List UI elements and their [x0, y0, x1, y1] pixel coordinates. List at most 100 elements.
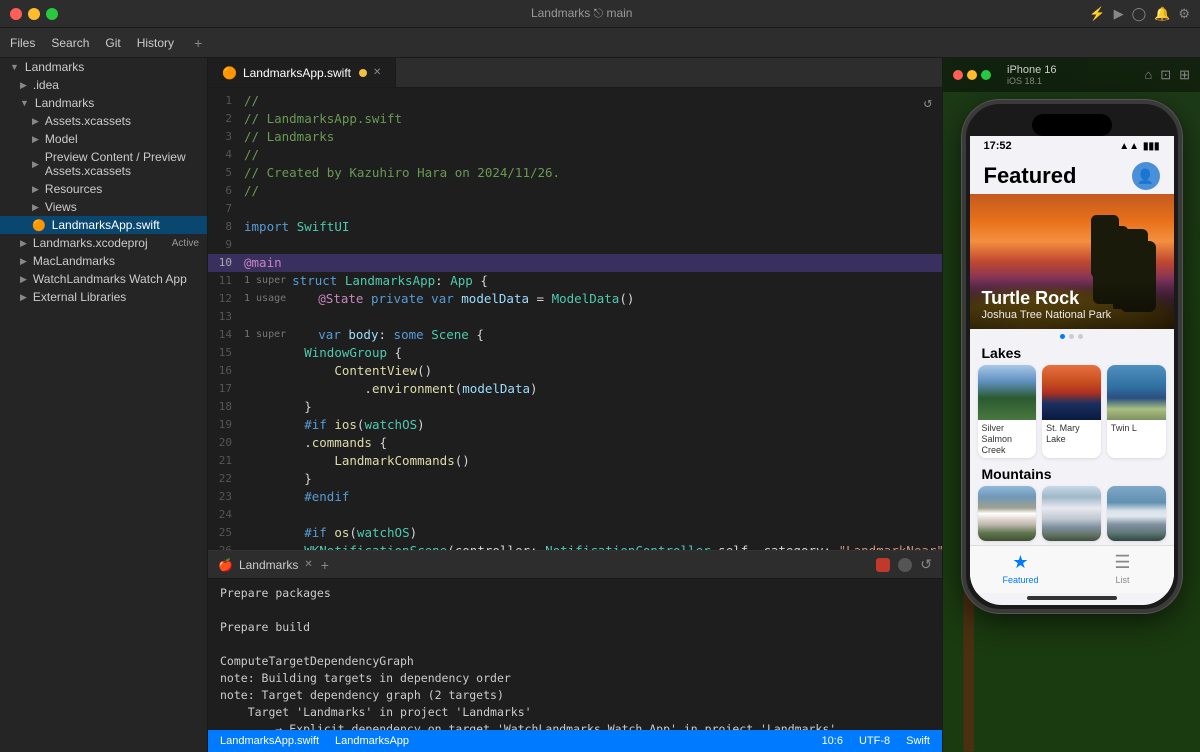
sidebar-item-resources[interactable]: ▶ Resources — [0, 180, 207, 198]
landmark-card-mtn3[interactable] — [1107, 486, 1166, 541]
window-title: Landmarks ⎋ main — [74, 6, 1089, 21]
arrow-icon: ▶ — [20, 238, 27, 249]
mountain1-image — [978, 486, 1037, 541]
mountains-row — [970, 486, 1174, 545]
sidebar-item-idea[interactable]: ▶ .idea — [0, 76, 207, 94]
arrow-icon: ▶ — [32, 159, 39, 170]
add-console-tab-button[interactable]: + — [321, 557, 329, 573]
sidebar-item-model[interactable]: ▶ Model — [0, 130, 207, 148]
code-line: 19 #if ios(watchOS) — [208, 416, 942, 434]
sidebar-item-mac[interactable]: ▶ MacLandmarks — [0, 252, 207, 270]
sidebar-root-label: Landmarks — [25, 60, 84, 74]
code-line-highlighted: 10 @main — [208, 254, 942, 272]
sidebar-item-label: LandmarksApp.swift — [52, 218, 160, 232]
tab-files[interactable]: Files — [10, 36, 35, 50]
stop-button[interactable] — [876, 558, 890, 572]
sidebar-item-watchapp[interactable]: ▶ WatchLandmarks Watch App — [0, 270, 207, 288]
sidebar-root-item[interactable]: ▼ Landmarks — [0, 58, 207, 76]
lightning-icon[interactable]: ⚡ — [1089, 6, 1105, 22]
landmark-card-silver[interactable]: Silver Salmon Creek — [978, 365, 1037, 458]
sidebar-item-external-libs[interactable]: ▶ External Libraries — [0, 288, 207, 306]
sidebar-item-landmarksapp[interactable]: 🟠 LandmarksApp.swift — [0, 216, 207, 234]
tab-close-button[interactable]: ✕ — [373, 67, 381, 78]
code-line: 8 import SwiftUI — [208, 218, 942, 236]
code-line: 16 ContentView() — [208, 362, 942, 380]
sidebar-item-landmarks[interactable]: ▼ Landmarks — [0, 94, 207, 112]
tab-history[interactable]: History — [137, 36, 174, 50]
console-tab-close[interactable]: ✕ — [304, 559, 312, 570]
user-avatar[interactable]: 👤 — [1132, 162, 1160, 190]
dot-3[interactable] — [1078, 334, 1083, 339]
close-button[interactable] — [10, 8, 22, 20]
sim-close[interactable] — [953, 70, 963, 80]
editor-tab-landmarksapp[interactable]: 🟠 LandmarksApp.swift ✕ — [208, 58, 396, 87]
nav-tabs: Files Search Git History + — [0, 28, 1200, 58]
sim-maximize[interactable] — [981, 70, 991, 80]
sim-minimize[interactable] — [967, 70, 977, 80]
code-line: 17 .environment(modelData) — [208, 380, 942, 398]
maximize-button[interactable] — [46, 8, 58, 20]
refresh-icon[interactable]: ↺ — [924, 94, 932, 112]
arrow-icon: ▶ — [32, 134, 39, 145]
nav-item-list[interactable]: ☰ List — [1072, 552, 1174, 585]
code-line: 9 — [208, 236, 942, 254]
console-line: note: Building targets in dependency ord… — [220, 670, 930, 687]
bell-icon[interactable]: 🔔 — [1154, 6, 1170, 22]
landmark-card-mtn2[interactable] — [1042, 486, 1101, 541]
console-tab-label: Landmarks — [239, 558, 298, 572]
nav-item-featured[interactable]: ★ Featured — [970, 552, 1072, 585]
tab-search[interactable]: Search — [51, 36, 89, 50]
sidebar-item-preview[interactable]: ▶ Preview Content / Preview Assets.xcass… — [0, 148, 207, 180]
console-line — [220, 636, 930, 653]
silver-creek-label: Silver Salmon Creek — [978, 420, 1037, 458]
code-line: 26 WKNotificationScene(controller: Notif… — [208, 542, 942, 550]
refresh-console-icon[interactable]: ↺ — [920, 556, 932, 573]
sidebar-item-xcodeproj[interactable]: ▶ Landmarks.xcodeproj Active — [0, 234, 207, 252]
wifi-icon: ▲▲ — [1119, 141, 1139, 152]
featured-card-overlay: Turtle Rock Joshua Tree National Park — [970, 280, 1174, 329]
title-bar: Landmarks ⎋ main ⚡ ▶ ◯ 🔔 ⚙ — [0, 0, 1200, 28]
landmark-card-mtn1[interactable] — [978, 486, 1037, 541]
rotate-icon[interactable]: ⊞ — [1179, 67, 1190, 83]
run-icon[interactable]: ▶ — [1114, 6, 1124, 22]
screenshot-icon[interactable]: ⊡ — [1160, 67, 1171, 83]
code-line: 15 WindowGroup { — [208, 344, 942, 362]
arrow-icon: ▶ — [20, 292, 27, 303]
sidebar-item-label: MacLandmarks — [33, 254, 115, 268]
landmark-card-mary[interactable]: St. Mary Lake — [1042, 365, 1101, 458]
lakes-section-title: Lakes — [970, 341, 1174, 365]
person-icon: 👤 — [1137, 168, 1154, 185]
dynamic-island — [1032, 114, 1112, 136]
console-tab-landmarks[interactable]: 🍎 Landmarks ✕ — [218, 558, 313, 572]
code-line: 18 } — [208, 398, 942, 416]
console-line: Prepare packages — [220, 585, 930, 602]
landmark-card-twin[interactable]: Twin L — [1107, 365, 1166, 458]
sidebar-item-label: .idea — [33, 78, 59, 92]
device-name: iPhone 16 — [1007, 64, 1057, 76]
home-icon[interactable]: ⌂ — [1144, 67, 1152, 83]
gear-icon[interactable]: ⚙ — [1178, 6, 1190, 22]
dot-2[interactable] — [1069, 334, 1074, 339]
sidebar-item-label: Resources — [45, 182, 102, 196]
list-nav-icon: ☰ — [1114, 552, 1130, 573]
minimize-button[interactable] — [28, 8, 40, 20]
code-line: 14 1 super var body: some Scene { — [208, 326, 942, 344]
sidebar-item-label: Model — [45, 132, 78, 146]
code-editor[interactable]: ↺ 1// 2// LandmarksApp.swift 3// Landmar… — [208, 88, 942, 550]
sidebar-item-assets[interactable]: ▶ Assets.xcassets — [0, 112, 207, 130]
app-content: Featured 👤 Turtle Rock Joshua Tree Natio… — [970, 154, 1174, 593]
code-line: 22 } — [208, 470, 942, 488]
home-indicator — [1027, 596, 1117, 600]
sim-header-icons: ⌂ ⊡ ⊞ — [1144, 67, 1190, 83]
status-bar: LandmarksApp.swift LandmarksApp 10:6 UTF… — [208, 730, 942, 752]
dot-1[interactable] — [1060, 334, 1065, 339]
clear-button[interactable] — [898, 558, 912, 572]
add-tab-button[interactable]: + — [194, 35, 202, 51]
device-icon[interactable]: ◯ — [1132, 6, 1147, 22]
simulator-header: iPhone 16 iOS 18.1 ⌂ ⊡ ⊞ — [943, 58, 1200, 92]
code-line: 24 — [208, 506, 942, 524]
sidebar-item-views[interactable]: ▶ Views — [0, 198, 207, 216]
featured-card[interactable]: Turtle Rock Joshua Tree National Park — [970, 194, 1174, 329]
tab-git[interactable]: Git — [105, 36, 120, 50]
phone-navigation: ★ Featured ☰ List — [970, 545, 1174, 593]
